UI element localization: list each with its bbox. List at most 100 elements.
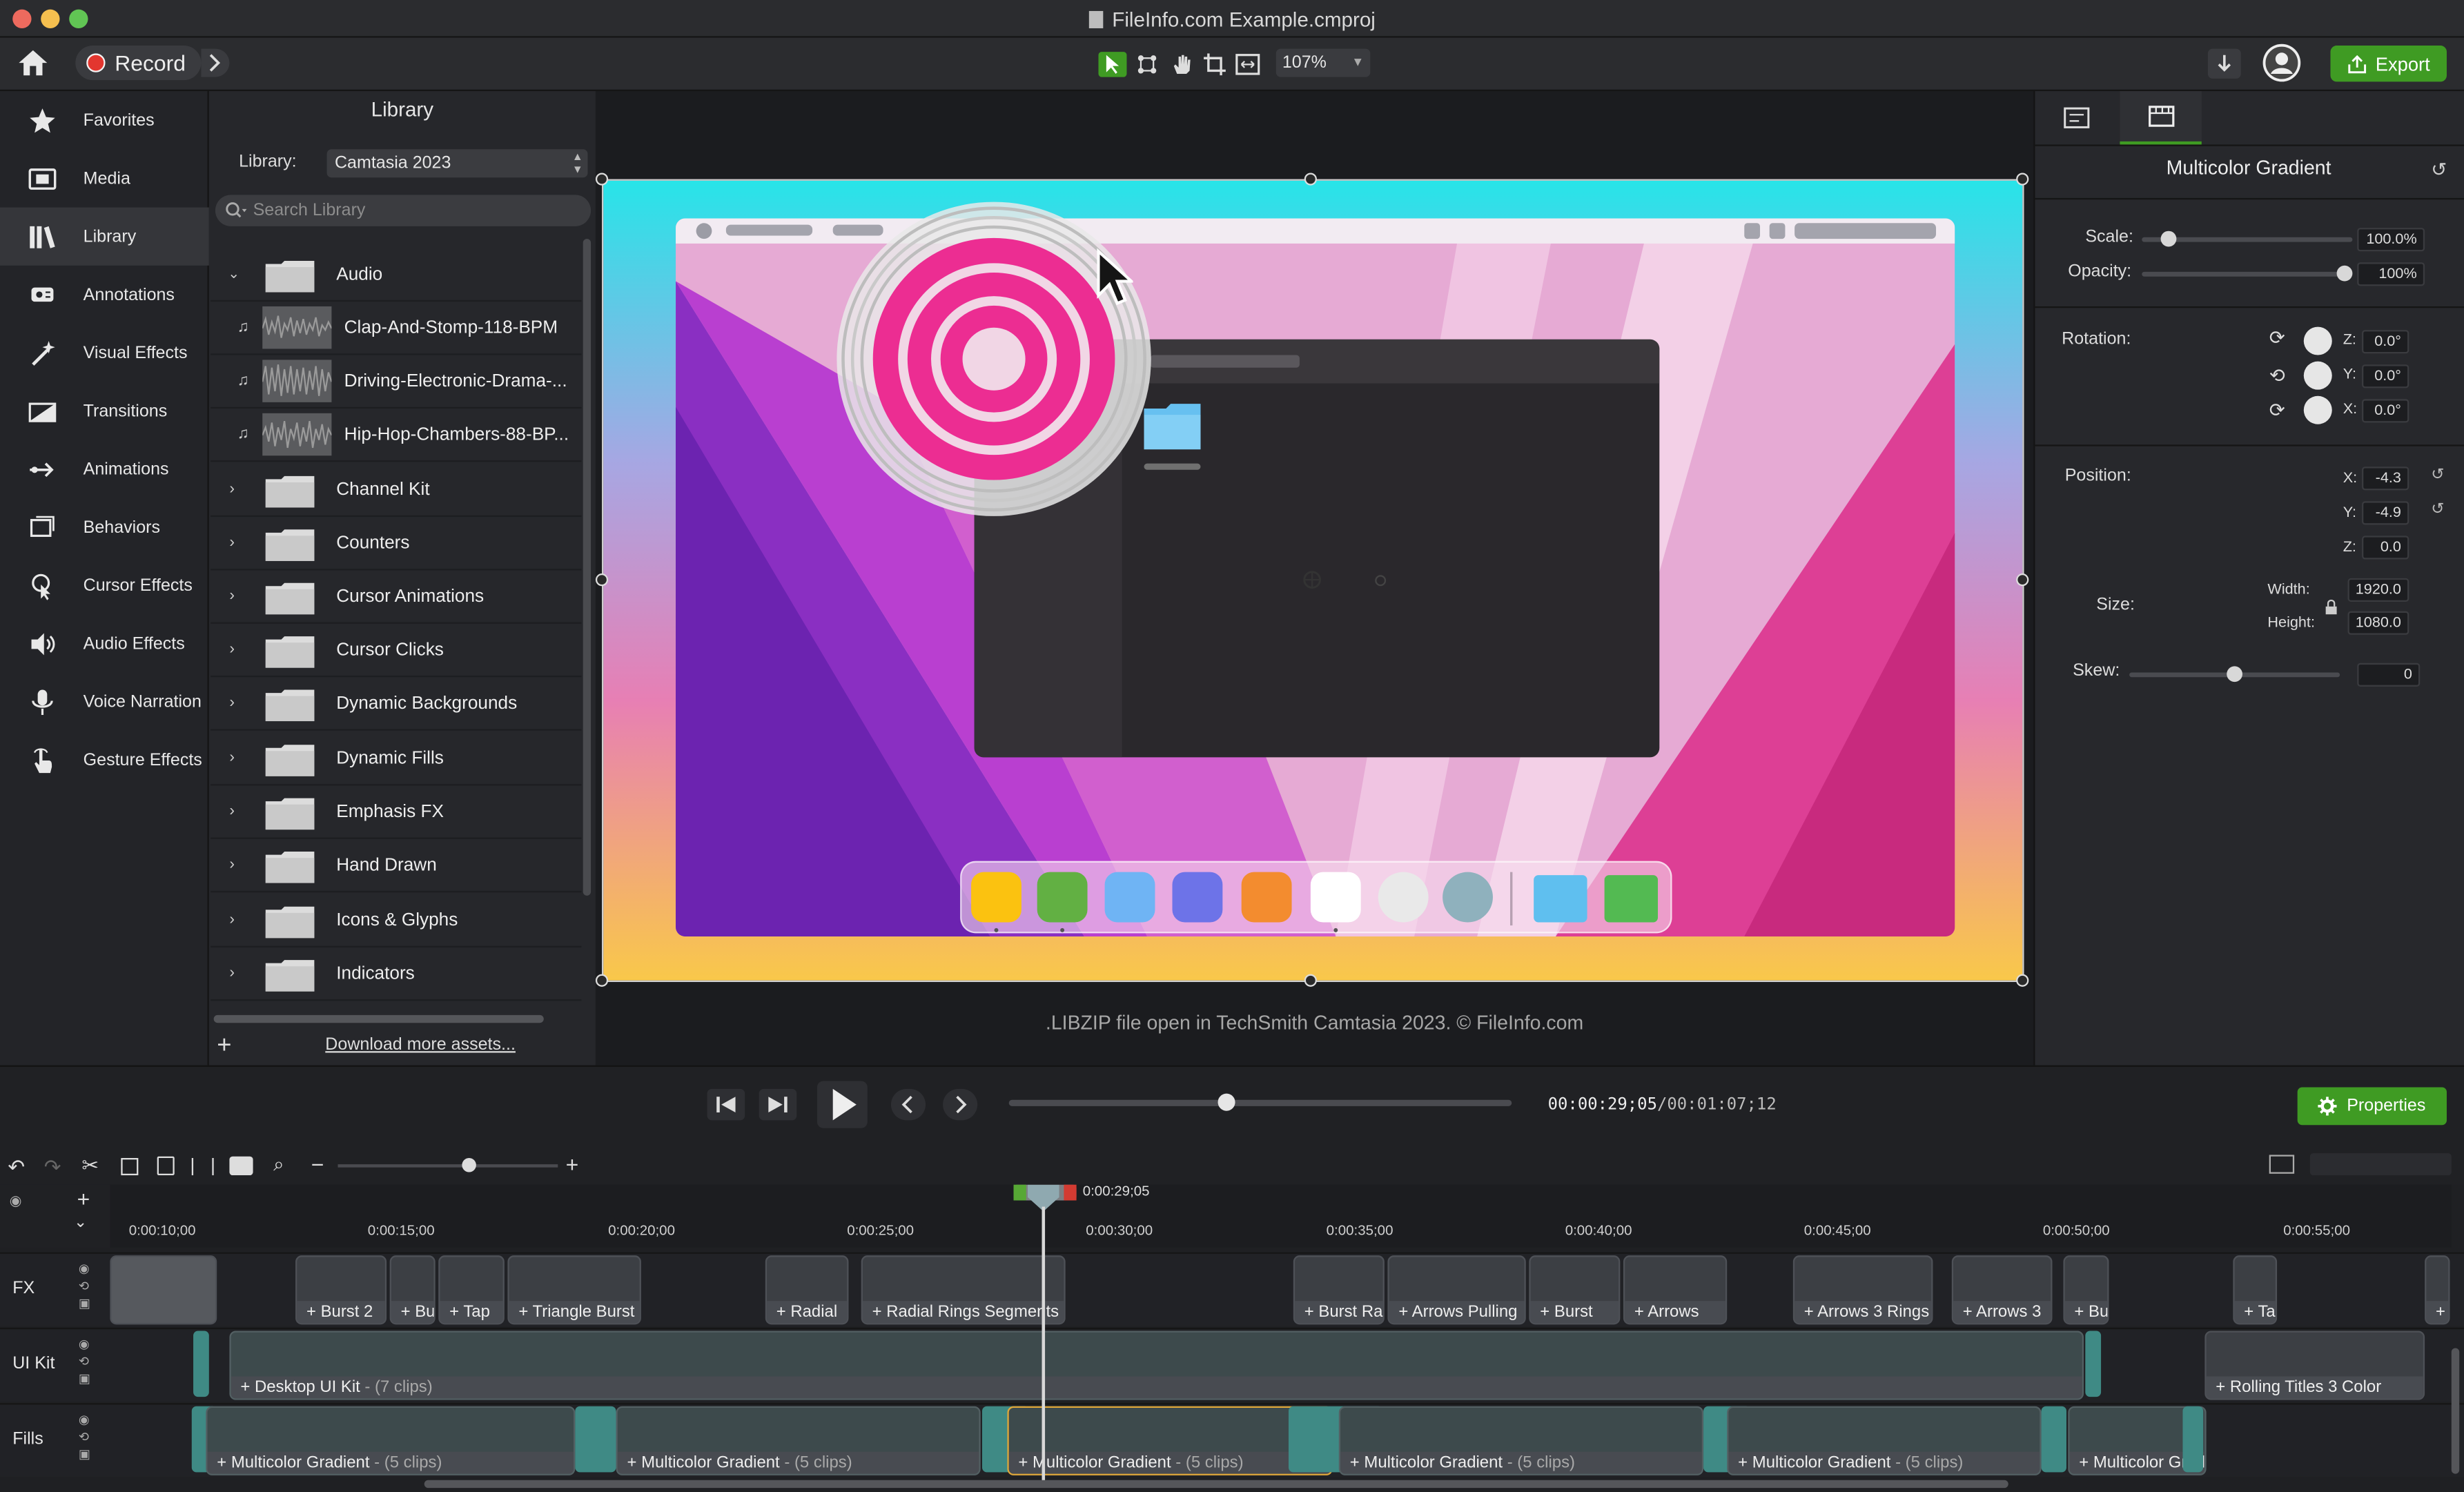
timeline-clip[interactable]: + Ta xyxy=(2233,1255,2278,1325)
clip-transition-handle[interactable] xyxy=(193,1331,209,1397)
position-z-field[interactable]: 0.0 xyxy=(2362,536,2409,560)
skew-field[interactable]: 0 xyxy=(2357,662,2421,687)
resize-handle[interactable] xyxy=(2016,173,2029,186)
sidebar-item-behaviors[interactable]: Behaviors xyxy=(0,498,209,556)
out-point-marker[interactable] xyxy=(1064,1184,1077,1201)
copy-icon[interactable] xyxy=(121,1158,139,1176)
tab-visual-properties[interactable] xyxy=(2037,91,2115,144)
in-point-marker[interactable] xyxy=(1013,1184,1026,1201)
timeline-clip[interactable]: + Arrows 3 Rings xyxy=(1792,1255,1933,1325)
sidebar-item-animations[interactable]: Animations xyxy=(0,440,209,498)
select-tool-icon[interactable] xyxy=(1098,52,1127,77)
library-folder-dynamic-backgrounds[interactable]: › Dynamic Backgrounds xyxy=(211,677,582,731)
timeline-clip[interactable]: + Burst xyxy=(1529,1255,1621,1325)
position-x-field[interactable]: -4.3 xyxy=(2362,467,2409,491)
library-folder-hand-drawn[interactable]: › Hand Drawn xyxy=(211,839,582,893)
scrub-bar[interactable] xyxy=(1008,1099,1512,1106)
edit-points-tool-icon[interactable] xyxy=(1133,52,1162,77)
opacity-slider[interactable] xyxy=(2142,265,2353,282)
export-button[interactable]: Export xyxy=(2330,46,2447,82)
library-horizontal-scrollbar[interactable] xyxy=(213,1014,544,1023)
track-controls-icon[interactable]: ◉ ⟲ ▣ xyxy=(79,1260,90,1312)
avatar[interactable] xyxy=(2262,43,2301,82)
play-button[interactable] xyxy=(817,1081,868,1128)
library-folder-emphasis-fx[interactable]: › Emphasis FX xyxy=(211,785,582,839)
library-folder-icons-glyphs[interactable]: › Icons & Glyphs xyxy=(211,894,582,948)
cut-icon[interactable]: ✂ xyxy=(81,1153,99,1178)
timeline-clip[interactable]: + Arrows Pulling xyxy=(1387,1255,1526,1325)
record-options-button[interactable] xyxy=(201,48,230,77)
paste-icon[interactable] xyxy=(157,1156,175,1176)
reset-icon[interactable]: ↺ xyxy=(2431,501,2444,518)
sidebar-item-annotations[interactable]: Annotations xyxy=(0,266,209,324)
library-folder-channel-kit[interactable]: › Channel Kit xyxy=(211,464,582,518)
resize-handle[interactable] xyxy=(1304,173,1317,186)
clip-transition-handle[interactable] xyxy=(2041,1406,2066,1473)
width-field[interactable]: 1920.0 xyxy=(2347,578,2409,602)
add-track-icon[interactable]: + xyxy=(77,1186,90,1211)
undo-icon[interactable]: ↶ xyxy=(8,1155,25,1179)
add-icon[interactable]: + xyxy=(217,1032,231,1061)
timeline-clip[interactable]: + Radial Rings Segments xyxy=(861,1255,1066,1325)
clip-transition-handle[interactable] xyxy=(2085,1331,2102,1397)
skew-slider[interactable] xyxy=(2129,666,2340,683)
sidebar-item-voice-narration[interactable]: Voice Narration xyxy=(0,672,209,730)
timeline-zoom-knob[interactable] xyxy=(462,1158,476,1172)
rotation-y-dial[interactable] xyxy=(2303,361,2332,390)
scrub-handle[interactable] xyxy=(1217,1093,1235,1111)
position-y-field[interactable]: -4.9 xyxy=(2362,501,2409,525)
zoom-search-icon[interactable]: ⌕ xyxy=(273,1153,284,1177)
timeline-clip-group[interactable]: + Multicolor Gradient - (5 clips) xyxy=(616,1406,981,1475)
library-folder-dynamic-fills[interactable]: › Dynamic Fills xyxy=(211,732,582,786)
move-anchor-icon[interactable] xyxy=(1302,570,1321,589)
zoom-in-icon[interactable]: + xyxy=(566,1152,579,1177)
resize-handle[interactable] xyxy=(2016,974,2029,987)
tab-video-properties[interactable] xyxy=(2120,91,2202,145)
timeline-clip[interactable]: + Triangle Burst xyxy=(507,1255,641,1325)
timeline-search-box[interactable] xyxy=(2309,1153,2452,1176)
sidebar-item-gesture-effects[interactable]: Gesture Effects xyxy=(0,731,209,789)
sidebar-item-transitions[interactable]: Transitions xyxy=(0,382,209,440)
track-controls-icon[interactable]: ◉ ⟲ ▣ xyxy=(79,1411,90,1463)
magnet-icon[interactable]: ◉ xyxy=(10,1192,22,1210)
timeline-vertical-scrollbar[interactable] xyxy=(2451,1348,2460,1474)
resize-handle[interactable] xyxy=(595,573,609,587)
fit-canvas-tool-icon[interactable] xyxy=(1233,52,1262,77)
previous-marker-button[interactable] xyxy=(890,1088,926,1121)
snapshot-icon[interactable] xyxy=(229,1156,253,1176)
rotation-z-dial[interactable] xyxy=(2303,326,2332,355)
resize-handle[interactable] xyxy=(595,974,609,987)
resize-handle[interactable] xyxy=(2016,573,2029,587)
timeline-clip[interactable] xyxy=(110,1255,217,1325)
timeline-zoom-slider[interactable] xyxy=(338,1164,558,1168)
download-icon[interactable] xyxy=(2207,48,2241,79)
library-folder-cursor-clicks[interactable]: › Cursor Clicks xyxy=(211,624,582,678)
timeline-clip-group[interactable]: + Multicolor Gradient - (5 clips) xyxy=(1727,1406,2042,1475)
height-field[interactable]: 1080.0 xyxy=(2347,611,2409,635)
library-select[interactable]: Camtasia 2023 ▲ ▼ xyxy=(326,149,588,178)
track-controls-icon[interactable]: ◉ ⟲ ▣ xyxy=(79,1335,90,1387)
library-audio-item[interactable]: ♫ Clap-And-Stomp-118-BPM xyxy=(211,302,582,355)
timeline-clip[interactable]: + Arrows 3 xyxy=(1951,1255,2053,1325)
library-search-input[interactable]: Search Library xyxy=(215,195,591,226)
library-audio-item[interactable]: ♫ Driving-Electronic-Drama-... xyxy=(211,355,582,409)
properties-button[interactable]: Properties xyxy=(2297,1087,2447,1126)
sidebar-item-audio-effects[interactable]: Audio Effects xyxy=(0,614,209,672)
clip-transition-handle[interactable] xyxy=(2182,1406,2204,1473)
sidebar-item-cursor-effects[interactable]: Cursor Effects xyxy=(0,556,209,614)
split-icon[interactable] xyxy=(191,1158,214,1176)
timeline-horizontal-scrollbar[interactable] xyxy=(424,1480,2008,1489)
timeline-clip-group-selected[interactable]: + Multicolor Gradient - (5 clips) xyxy=(1007,1406,1333,1475)
step-back-button[interactable] xyxy=(707,1088,745,1121)
rotation-anchor[interactable] xyxy=(1375,575,1387,587)
opacity-slider-knob[interactable] xyxy=(2336,265,2353,282)
sidebar-item-media[interactable]: Media xyxy=(0,149,209,207)
next-marker-button[interactable] xyxy=(943,1088,978,1121)
timeline-clip-group[interactable]: + Multicolor Gradient - (5 clips) xyxy=(206,1406,576,1475)
detach-timeline-icon[interactable] xyxy=(2269,1155,2295,1174)
record-button[interactable]: Record xyxy=(75,46,202,81)
lock-icon[interactable] xyxy=(2324,598,2338,616)
redo-icon[interactable]: ↷ xyxy=(44,1155,61,1179)
scale-field[interactable]: 100.0% xyxy=(2357,228,2425,252)
home-icon[interactable] xyxy=(17,49,49,77)
